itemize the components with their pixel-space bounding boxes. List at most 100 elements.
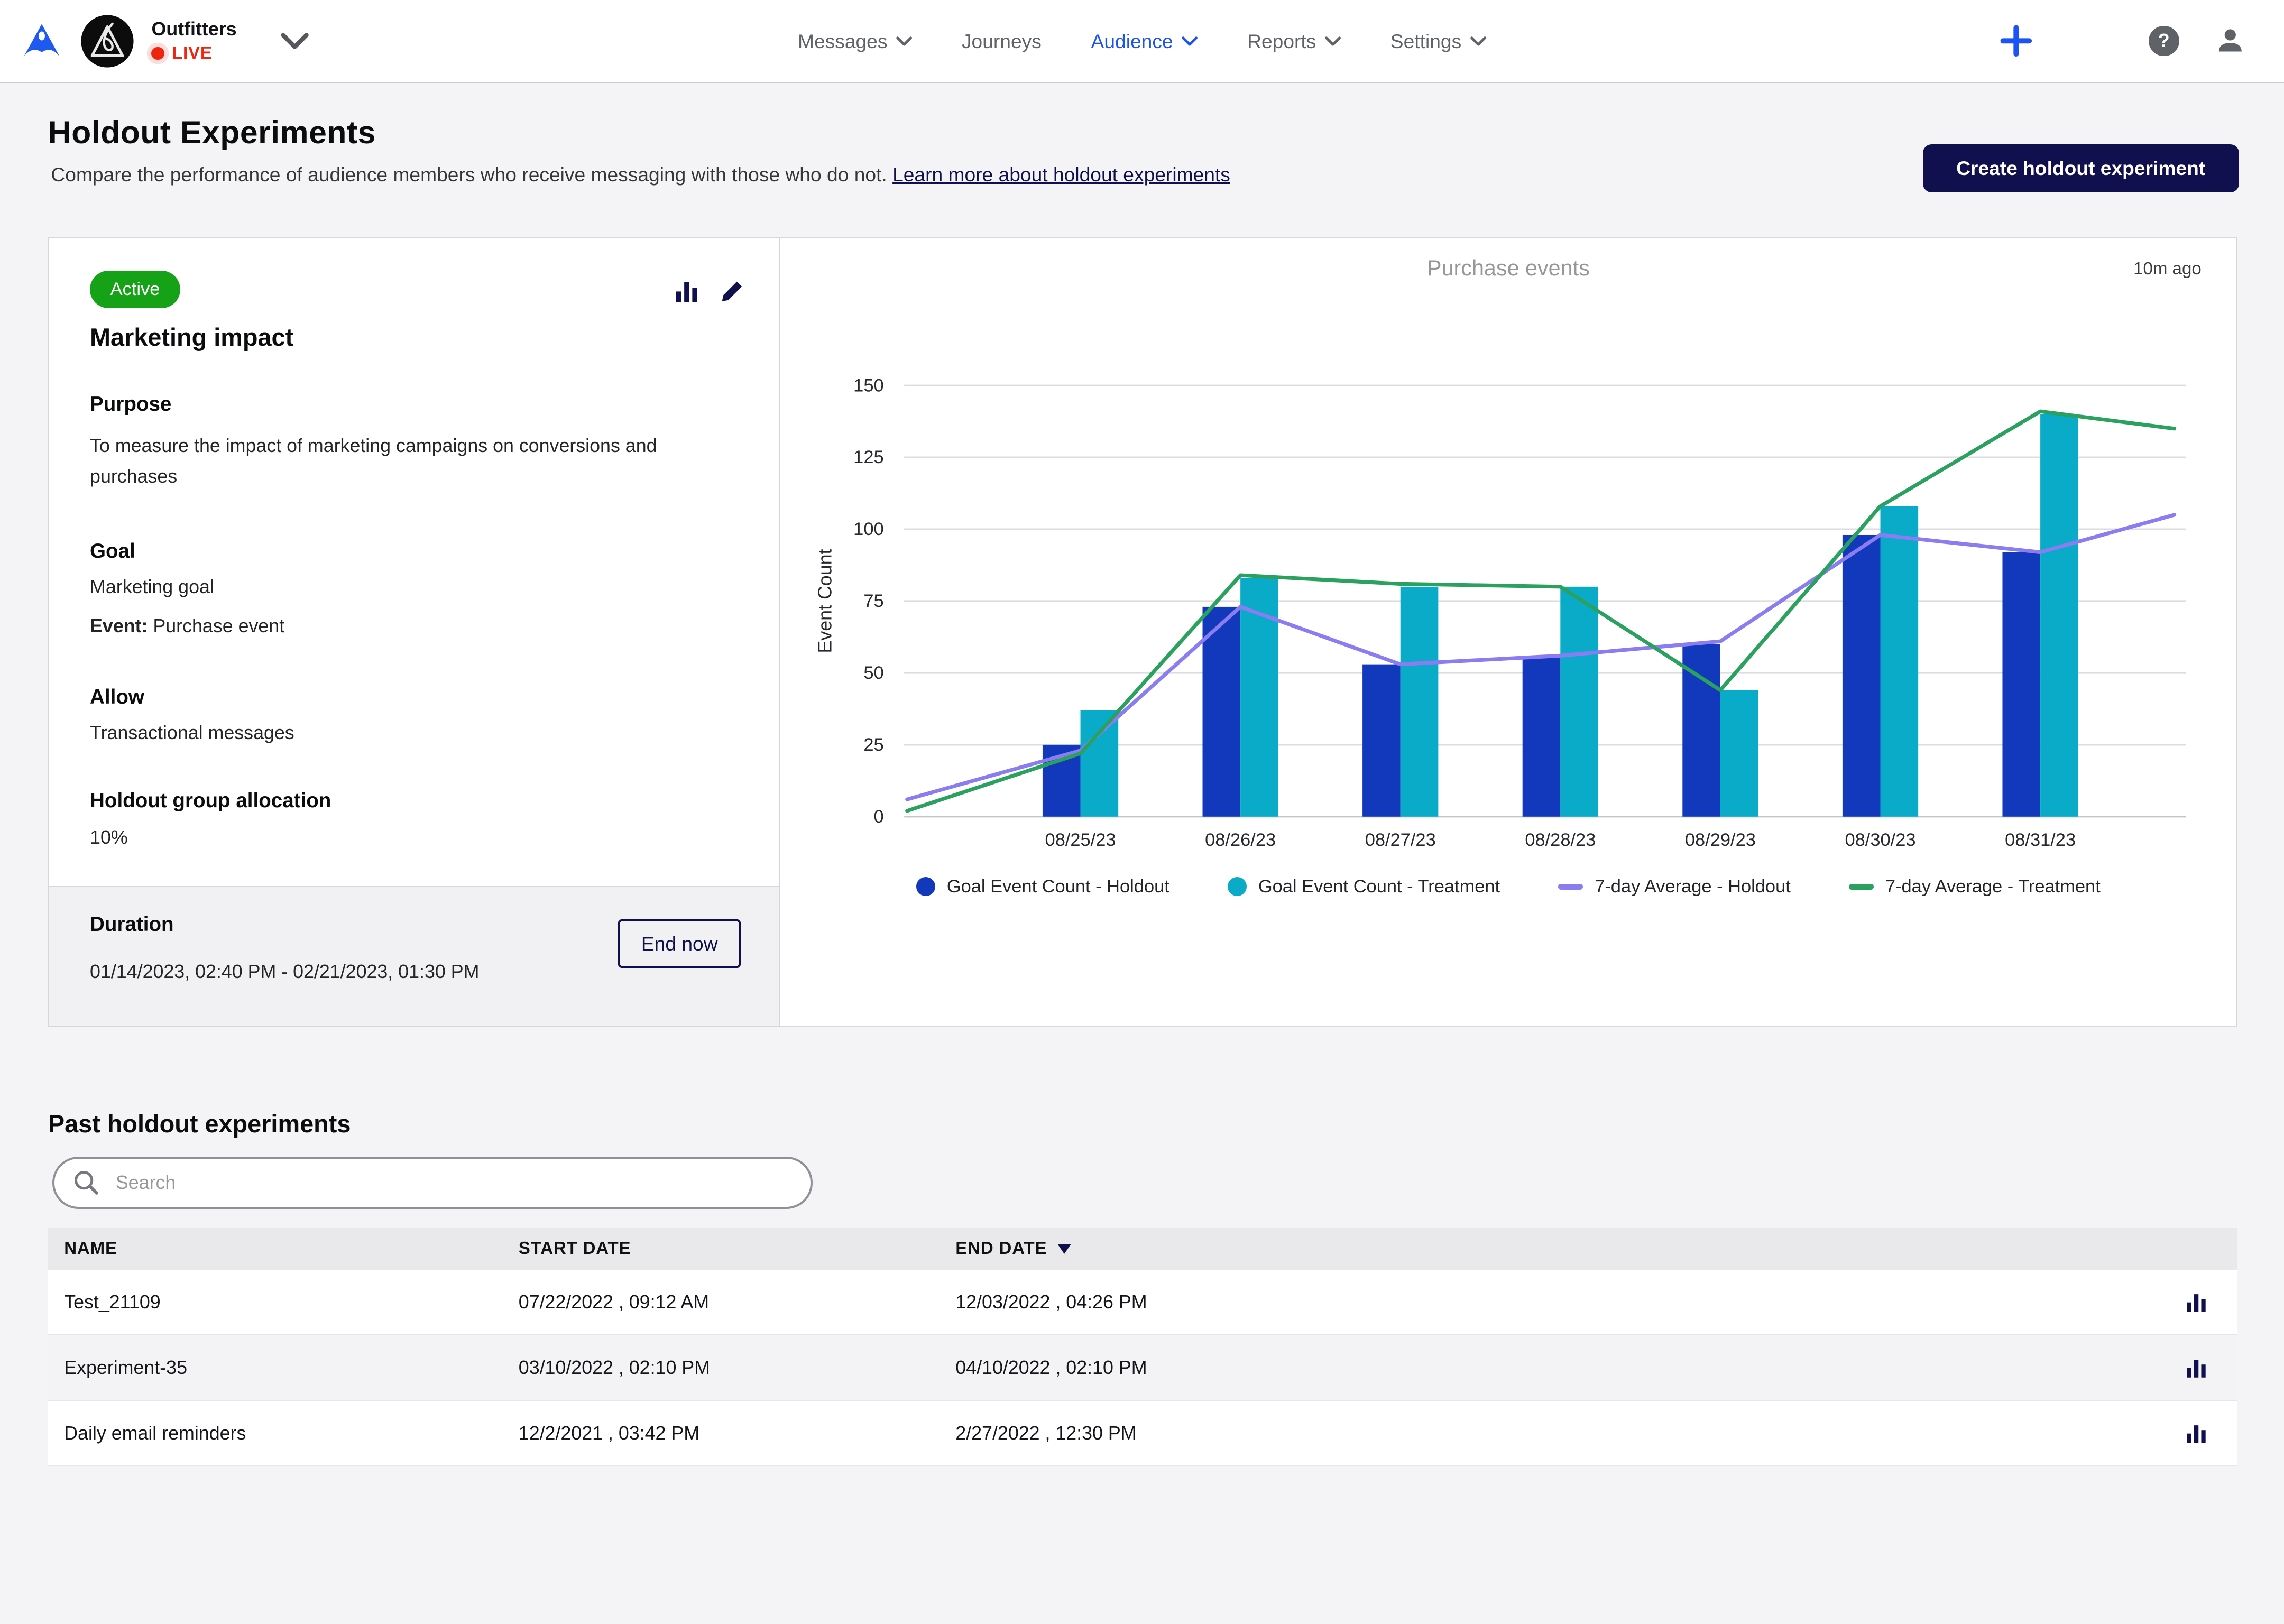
row-analytics-icon[interactable] — [2156, 1291, 2237, 1313]
experiment-name: Marketing impact — [90, 323, 293, 352]
table-row[interactable]: Test_2110907/22/2022 , 09:12 AM12/03/202… — [48, 1270, 2237, 1335]
active-experiment-panel: Active Marketing impact Purpose To measu… — [48, 237, 2237, 1027]
goal-value: Marketing goal — [90, 572, 214, 603]
main-nav: Messages Journeys Audience Reports Settings — [798, 0, 1486, 83]
y-tick-label: 50 — [863, 663, 883, 683]
table-row[interactable]: Experiment-3503/10/2022 , 02:10 PM04/10/… — [48, 1335, 2237, 1401]
y-tick-label: 0 — [873, 807, 883, 827]
bar-holdout[interactable] — [1362, 665, 1401, 817]
table-header-row: NAMESTART DATE END DATE — [48, 1228, 2237, 1270]
user-account-icon[interactable] — [2214, 25, 2246, 57]
experiment-details-card: Active Marketing impact Purpose To measu… — [49, 238, 780, 1026]
legend-item: 7-day Average - Holdout — [1558, 876, 1790, 897]
chevron-down-icon — [1325, 36, 1341, 47]
nav-item-settings[interactable]: Settings — [1390, 30, 1486, 53]
cell-end: 04/10/2022 , 02:10 PM — [955, 1357, 2156, 1379]
nav-item-journeys[interactable]: Journeys — [962, 30, 1042, 53]
chart-legend: Goal Event Count - Holdout Goal Event Cou… — [780, 876, 2236, 897]
bar-holdout[interactable] — [1843, 535, 1881, 817]
sort-desc-icon — [1057, 1244, 1071, 1254]
row-analytics-icon[interactable] — [2156, 1357, 2237, 1379]
duration-label: Duration — [90, 913, 174, 936]
x-tick-label: 08/30/23 — [1845, 830, 1915, 850]
y-tick-label: 25 — [863, 735, 883, 755]
legend-item: Goal Event Count - Treatment — [1228, 876, 1500, 897]
bar-treatment[interactable] — [1720, 690, 1758, 817]
view-analytics-icon[interactable] — [675, 279, 699, 304]
nav-item-label: Journeys — [962, 30, 1042, 53]
bar-holdout[interactable] — [1202, 607, 1240, 817]
goal-event: Event: Purchase event — [90, 611, 284, 642]
allocation-label: Holdout group allocation — [90, 789, 331, 813]
chevron-down-icon — [1182, 36, 1198, 47]
duration-value: 01/14/2023, 02:40 PM - 02/21/2023, 01:30… — [90, 957, 479, 988]
column-header-start-date[interactable]: START DATE — [519, 1239, 956, 1259]
cell-end: 12/03/2022 , 04:26 PM — [955, 1291, 2156, 1313]
search-icon — [73, 1169, 99, 1202]
y-tick-label: 125 — [853, 447, 883, 467]
purpose-label: Purpose — [90, 393, 171, 416]
status-badge: Active — [90, 271, 180, 309]
project-info: Outfitters LIVE — [151, 19, 236, 63]
past-experiments-table: NAMESTART DATE END DATE Test_2110907/22/2… — [48, 1228, 2237, 1467]
x-tick-label: 08/25/23 — [1045, 830, 1116, 850]
x-tick-label: 08/31/23 — [2005, 830, 2076, 850]
nav-item-messages[interactable]: Messages — [798, 30, 912, 53]
column-header-name[interactable]: NAME — [64, 1239, 519, 1259]
bar-holdout[interactable] — [2002, 552, 2040, 817]
legend-dot-swatch — [916, 877, 935, 896]
app-logo-icon[interactable] — [21, 20, 63, 62]
row-analytics-icon[interactable] — [2156, 1423, 2237, 1444]
project-switcher-chevron-icon[interactable] — [280, 32, 309, 50]
allocation-value: 10% — [90, 823, 128, 853]
cell-name: Experiment-35 — [64, 1357, 519, 1379]
create-holdout-experiment-button[interactable]: Create holdout experiment — [1923, 144, 2239, 192]
cell-start: 12/2/2021 , 03:42 PM — [519, 1423, 956, 1444]
y-tick-label: 100 — [853, 519, 883, 539]
purchase-events-chart-card: Purchase events 10m ago 0255075100125150… — [780, 238, 2236, 1026]
table-body: Test_2110907/22/2022 , 09:12 AM12/03/202… — [48, 1270, 2237, 1466]
column-header-label: END DATE — [955, 1239, 1047, 1259]
legend-line-swatch — [1558, 884, 1583, 890]
legend-line-swatch — [1849, 884, 1874, 890]
bar-treatment[interactable] — [1560, 587, 1598, 817]
bar-treatment[interactable] — [1401, 587, 1439, 817]
nav-item-label: Messages — [798, 30, 888, 53]
legend-label: 7-day Average - Treatment — [1885, 876, 2101, 897]
experiment-card-actions — [675, 279, 744, 304]
bar-treatment[interactable] — [2040, 414, 2078, 817]
x-tick-label: 08/26/23 — [1205, 830, 1276, 850]
page-description-text: Compare the performance of audience memb… — [51, 163, 892, 186]
bar-treatment[interactable] — [1081, 710, 1119, 817]
create-new-plus-icon[interactable] — [2000, 25, 2032, 57]
help-icon[interactable]: ? — [2149, 26, 2179, 57]
brand-area: Outfitters LIVE — [0, 14, 309, 68]
x-tick-label: 08/28/23 — [1525, 830, 1596, 850]
table-row[interactable]: Daily email reminders12/2/2021 , 03:42 P… — [48, 1401, 2237, 1466]
live-label: LIVE — [172, 43, 213, 63]
search-input[interactable] — [52, 1157, 813, 1209]
column-header-label: START DATE — [519, 1239, 631, 1259]
end-now-button[interactable]: End now — [618, 919, 741, 968]
cell-start: 03/10/2022 , 02:10 PM — [519, 1357, 956, 1379]
cell-name: Test_21109 — [64, 1291, 519, 1313]
x-tick-label: 08/27/23 — [1365, 830, 1436, 850]
nav-item-audience[interactable]: Audience — [1091, 30, 1198, 53]
project-name: Outfitters — [151, 19, 236, 40]
chevron-down-icon — [1470, 36, 1486, 47]
bar-holdout[interactable] — [1523, 656, 1561, 816]
bar-treatment[interactable] — [1880, 506, 1918, 817]
column-header-end-date[interactable]: END DATE — [955, 1239, 2156, 1259]
edit-pencil-icon[interactable] — [720, 279, 744, 304]
project-avatar[interactable] — [80, 14, 134, 68]
learn-more-link[interactable]: Learn more about holdout experiments — [892, 163, 1230, 186]
legend-dot-swatch — [1228, 877, 1247, 896]
chevron-down-icon — [896, 36, 912, 47]
past-experiments-title: Past holdout experiments — [48, 1110, 351, 1138]
legend-item: Goal Event Count - Holdout — [916, 876, 1169, 897]
nav-item-reports[interactable]: Reports — [1247, 30, 1341, 53]
y-axis-label: Event Count — [814, 549, 835, 653]
cell-start: 07/22/2022 , 09:12 AM — [519, 1291, 956, 1313]
nav-item-label: Settings — [1390, 30, 1461, 53]
x-tick-label: 08/29/23 — [1685, 830, 1756, 850]
